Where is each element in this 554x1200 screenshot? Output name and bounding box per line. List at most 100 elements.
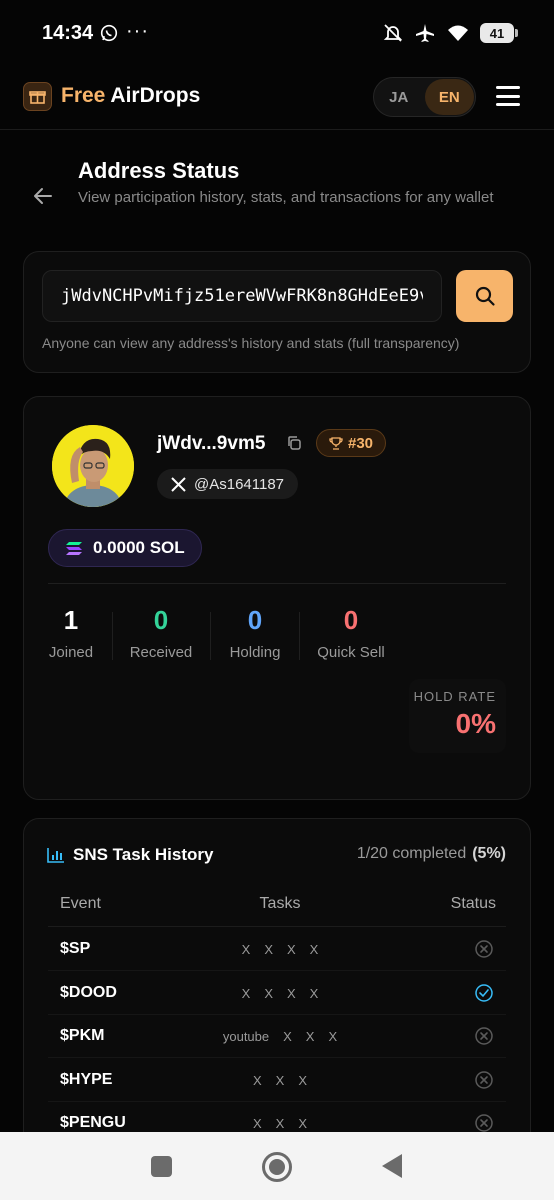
short-address: jWdv...9vm5	[157, 433, 266, 454]
divider	[48, 583, 506, 584]
rank-value: #30	[348, 434, 374, 452]
row-tasks: XXXX	[242, 986, 319, 1001]
whatsapp-icon	[100, 24, 118, 42]
brand-free: Free	[61, 84, 106, 107]
row-tasks: youtube X X X	[223, 1029, 337, 1044]
sns-task-history-card: SNS Task History 1/20 completed (5%) Even…	[23, 818, 531, 1158]
system-back-button[interactable]	[382, 1154, 402, 1178]
task-tag: X	[264, 942, 273, 957]
table-header: Event Tasks Status	[48, 895, 506, 927]
x-handle: @As1641187	[194, 475, 285, 493]
task-tag: X	[287, 985, 296, 1001]
task-tag: X	[309, 985, 319, 1001]
stat-divider	[112, 612, 113, 660]
sol-balance-badge: 0.0000 SOL	[48, 529, 202, 567]
task-tag: X	[275, 1116, 285, 1131]
avatar	[52, 425, 134, 507]
task-tag: X	[264, 985, 273, 1001]
x-circle-icon	[475, 940, 493, 958]
stat-received-value: 0	[153, 605, 169, 635]
stat-holding-value: 0	[247, 605, 263, 635]
brand-logo[interactable]: Free AirDrops	[61, 84, 200, 108]
profile-card: jWdv...9vm5 #30 @As1641187 0.0000 SOL 1 …	[23, 396, 531, 800]
address-input[interactable]	[42, 270, 442, 322]
task-tag: X	[241, 985, 251, 1001]
x-account-link[interactable]: @As1641187	[157, 469, 299, 499]
row-event: $SP	[60, 940, 91, 957]
search-hint: Anyone can view any address's history an…	[42, 335, 460, 351]
table-row[interactable]: $DOOD X X X X	[48, 972, 506, 1015]
lang-ja-button[interactable]: JA	[374, 78, 424, 116]
task-tag: youtube	[222, 1029, 270, 1044]
table-row[interactable]: $PKM youtube X X X	[48, 1015, 506, 1058]
gift-logo-icon[interactable]	[23, 82, 52, 111]
sns-completed: 1/20 completed	[356, 845, 467, 862]
hold-rate-label: HOLD RATE	[413, 689, 496, 704]
stat-received: 0 Received	[128, 605, 194, 661]
page-title: Address Status	[78, 158, 240, 183]
copy-icon[interactable]	[286, 435, 302, 451]
task-tag: X	[328, 1029, 338, 1044]
stat-quick-sell-label: Quick Sell	[317, 644, 385, 661]
x-circle-icon	[475, 1114, 493, 1132]
x-logo-icon	[171, 476, 186, 492]
table-row[interactable]: $HYPE X X X	[48, 1059, 506, 1102]
row-tasks: XXX	[253, 1116, 307, 1131]
status-time: 14:34	[42, 22, 94, 44]
sns-title: SNS Task History	[73, 845, 214, 864]
stat-joined: 1 Joined	[48, 605, 94, 661]
search-button[interactable]	[456, 270, 513, 322]
battery-icon: 41	[480, 23, 518, 43]
more-notifications-icon: ···	[126, 20, 149, 42]
stat-quick-sell-value: 0	[343, 605, 359, 635]
column-tasks: Tasks	[259, 895, 301, 912]
trophy-icon	[329, 437, 343, 450]
brand-airdrops: AirDrops	[105, 84, 201, 107]
x-circle-icon	[475, 1027, 493, 1045]
row-event: $DOOD	[60, 983, 117, 1001]
stat-divider	[210, 612, 211, 660]
task-tag: X	[305, 1029, 315, 1044]
sns-progress: 1/20 completed (5%)	[357, 845, 506, 863]
sns-percent: (5%)	[472, 845, 506, 862]
task-tag: X	[298, 1116, 308, 1131]
stat-joined-value: 1	[63, 605, 79, 635]
bar-chart-icon	[47, 848, 64, 863]
wifi-icon	[448, 25, 468, 41]
row-event: $PENGU	[60, 1114, 126, 1131]
page-heading: Address Status View participation histor…	[0, 150, 554, 240]
task-tag: X	[287, 942, 296, 957]
mute-icon	[383, 24, 403, 42]
row-tasks: XXXX	[242, 942, 319, 957]
sol-balance: 0.0000 SOL	[93, 538, 185, 557]
task-tag: X	[241, 942, 251, 957]
rank-badge: #30	[316, 429, 387, 457]
hamburger-menu-icon[interactable]	[496, 86, 520, 106]
x-circle-icon	[475, 1070, 493, 1089]
back-arrow-icon[interactable]	[32, 186, 54, 206]
status-bar: 14:34 ··· 41	[0, 0, 554, 68]
stat-received-label: Received	[129, 644, 193, 661]
home-button[interactable]	[262, 1152, 292, 1182]
stat-joined-label: Joined	[48, 644, 94, 661]
column-status: Status	[450, 895, 496, 912]
hold-rate-box: HOLD RATE 0%	[409, 679, 506, 753]
stat-quick-sell: 0 Quick Sell	[314, 605, 388, 661]
stat-holding: 0 Holding	[224, 605, 286, 661]
task-tag: X	[298, 1072, 308, 1088]
lang-en-button[interactable]: EN	[424, 79, 474, 115]
task-tag: X	[275, 1072, 285, 1088]
task-tag: X	[283, 1029, 292, 1044]
task-tag: X	[309, 942, 319, 957]
row-event: $PKM	[60, 1027, 105, 1044]
address-search-card: Anyone can view any address's history an…	[23, 251, 531, 373]
check-circle-icon	[475, 983, 493, 1002]
table-row[interactable]: $SP X X X X	[48, 928, 506, 971]
column-event: Event	[60, 895, 101, 912]
task-tag: X	[252, 1116, 262, 1131]
recent-apps-button[interactable]	[151, 1156, 172, 1177]
system-nav-bar	[0, 1132, 554, 1200]
solana-icon	[66, 541, 82, 555]
app-header: Free AirDrops JA EN	[0, 68, 554, 130]
row-event: $HYPE	[60, 1070, 113, 1088]
